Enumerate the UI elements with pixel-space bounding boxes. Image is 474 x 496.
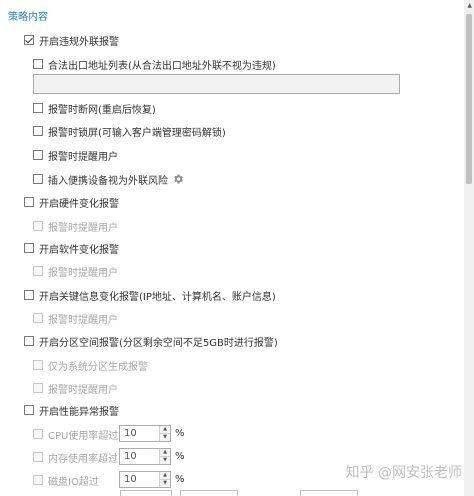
disk-io-option[interactable]: 磁盘IO超过 xyxy=(33,473,99,488)
partial-input xyxy=(300,490,358,496)
software-checkbox[interactable] xyxy=(24,243,34,253)
legal-exit-option[interactable]: 合法出口地址列表(从合法出口地址外联不视为违规) xyxy=(33,57,276,72)
disk-io-label: 磁盘IO超过 xyxy=(48,476,99,488)
chevron-down-icon[interactable]: ▼ xyxy=(160,457,170,464)
cpu-option[interactable]: CPU使用率超过 xyxy=(33,427,119,442)
chevron-up-icon[interactable]: ▲ xyxy=(160,449,170,457)
chevron-down-icon[interactable]: ▼ xyxy=(160,480,170,487)
disk-io-stepper-value[interactable]: 10 xyxy=(120,472,159,487)
hardware-remind-checkbox[interactable] xyxy=(33,221,43,231)
remind-user-label: 报警时提醒用户 xyxy=(48,151,118,163)
portable-label: 插入便携设备视为外联风险 xyxy=(48,175,168,187)
mem-label: 内存使用率超过 xyxy=(48,453,118,465)
disk-io-unit: % xyxy=(175,474,185,485)
hardware-option[interactable]: 开启硬件变化报警 xyxy=(24,195,119,210)
gear-icon[interactable] xyxy=(172,173,184,185)
hardware-remind-option[interactable]: 报警时提醒用户 xyxy=(33,219,118,234)
partial-row-cutoff xyxy=(120,490,360,496)
watermark: 知乎 @网安张老师 xyxy=(345,465,462,481)
partition-checkbox[interactable] xyxy=(24,336,34,346)
disk-io-stepper-arrows[interactable]: ▲ ▼ xyxy=(159,472,170,487)
software-option[interactable]: 开启软件变化报警 xyxy=(24,241,119,256)
portable-option[interactable]: 插入便携设备视为外联风险 xyxy=(33,172,184,187)
remind-user-option[interactable]: 报警时提醒用户 xyxy=(33,148,118,163)
keyinfo-checkbox[interactable] xyxy=(24,290,34,300)
partition-system-label: 仅为系统分区生成报警 xyxy=(48,361,148,373)
partition-option[interactable]: 开启分区空间报警(分区剩余空间不足5GB时进行报警) xyxy=(24,334,278,349)
partial-input xyxy=(120,490,172,496)
lockscreen-checkbox[interactable] xyxy=(33,126,43,136)
partial-input xyxy=(180,490,238,496)
mem-stepper-value[interactable]: 10 xyxy=(120,449,159,464)
partition-system-option[interactable]: 仅为系统分区生成报警 xyxy=(33,358,148,373)
vertical-scrollbar[interactable]: ▲ xyxy=(464,0,474,496)
disk-io-checkbox[interactable] xyxy=(33,475,43,485)
keyinfo-label: 开启关键信息变化报警(IP地址、计算机名、账户信息) xyxy=(39,291,276,303)
violation-alert-label: 开启违规外联报警 xyxy=(39,36,119,48)
hardware-label: 开启硬件变化报警 xyxy=(39,198,119,210)
hardware-remind-label: 报警时提醒用户 xyxy=(48,222,118,234)
cpu-stepper[interactable]: 10 ▲ ▼ xyxy=(119,425,171,442)
disk-io-stepper[interactable]: 10 ▲ ▼ xyxy=(119,471,171,488)
keyinfo-remind-option[interactable]: 报警时提醒用户 xyxy=(33,311,118,326)
performance-option[interactable]: 开启性能异常报警 xyxy=(24,403,119,418)
violation-alert-option[interactable]: 开启违规外联报警 xyxy=(24,33,119,48)
cpu-stepper-value[interactable]: 10 xyxy=(120,426,159,441)
chevron-down-icon[interactable]: ▼ xyxy=(160,434,170,441)
disconnect-label: 报警时断网(重启后恢复) xyxy=(48,104,156,116)
mem-unit: % xyxy=(175,451,185,462)
keyinfo-option[interactable]: 开启关键信息变化报警(IP地址、计算机名、账户信息) xyxy=(24,288,276,303)
cpu-label: CPU使用率超过 xyxy=(48,430,119,442)
mem-checkbox[interactable] xyxy=(33,452,43,462)
partition-remind-checkbox[interactable] xyxy=(33,383,43,393)
mem-option[interactable]: 内存使用率超过 xyxy=(33,450,118,465)
lockscreen-label: 报警时锁屏(可输入客户端管理密码解锁) xyxy=(48,127,226,139)
chevron-up-icon[interactable]: ▲ xyxy=(160,426,170,434)
keyinfo-remind-checkbox[interactable] xyxy=(33,313,43,323)
keyinfo-remind-label: 报警时提醒用户 xyxy=(48,314,118,326)
partition-label: 开启分区空间报警(分区剩余空间不足5GB时进行报警) xyxy=(39,337,278,349)
cpu-checkbox[interactable] xyxy=(33,429,43,439)
scrollbar-thumb[interactable] xyxy=(466,14,472,184)
mem-stepper-arrows[interactable]: ▲ ▼ xyxy=(159,449,170,464)
partition-remind-option[interactable]: 报警时提醒用户 xyxy=(33,381,118,396)
chevron-up-icon[interactable]: ▲ xyxy=(160,472,170,480)
software-remind-checkbox[interactable] xyxy=(33,266,43,276)
cpu-unit: % xyxy=(175,428,185,439)
software-remind-option[interactable]: 报警时提醒用户 xyxy=(33,264,118,279)
partition-remind-label: 报警时提醒用户 xyxy=(48,384,118,396)
legal-exit-input[interactable] xyxy=(33,74,400,94)
performance-checkbox[interactable] xyxy=(24,405,34,415)
lockscreen-option[interactable]: 报警时锁屏(可输入客户端管理密码解锁) xyxy=(33,124,226,139)
software-label: 开启软件变化报警 xyxy=(39,244,119,256)
legal-exit-checkbox[interactable] xyxy=(33,59,43,69)
section-title: 策略内容 xyxy=(8,12,48,23)
disconnect-checkbox[interactable] xyxy=(33,103,43,113)
violation-alert-checkbox[interactable] xyxy=(24,35,34,45)
performance-label: 开启性能异常报警 xyxy=(39,406,119,418)
disconnect-option[interactable]: 报警时断网(重启后恢复) xyxy=(33,101,156,116)
hardware-checkbox[interactable] xyxy=(24,197,34,207)
remind-user-checkbox[interactable] xyxy=(33,150,43,160)
legal-exit-label: 合法出口地址列表(从合法出口地址外联不视为违规) xyxy=(48,60,276,72)
mem-stepper[interactable]: 10 ▲ ▼ xyxy=(119,448,171,465)
portable-checkbox[interactable] xyxy=(33,174,43,184)
cpu-stepper-arrows[interactable]: ▲ ▼ xyxy=(159,426,170,441)
partition-system-checkbox[interactable] xyxy=(33,360,43,370)
software-remind-label: 报警时提醒用户 xyxy=(48,267,118,279)
arrow-up-icon[interactable]: ▲ xyxy=(467,2,472,9)
